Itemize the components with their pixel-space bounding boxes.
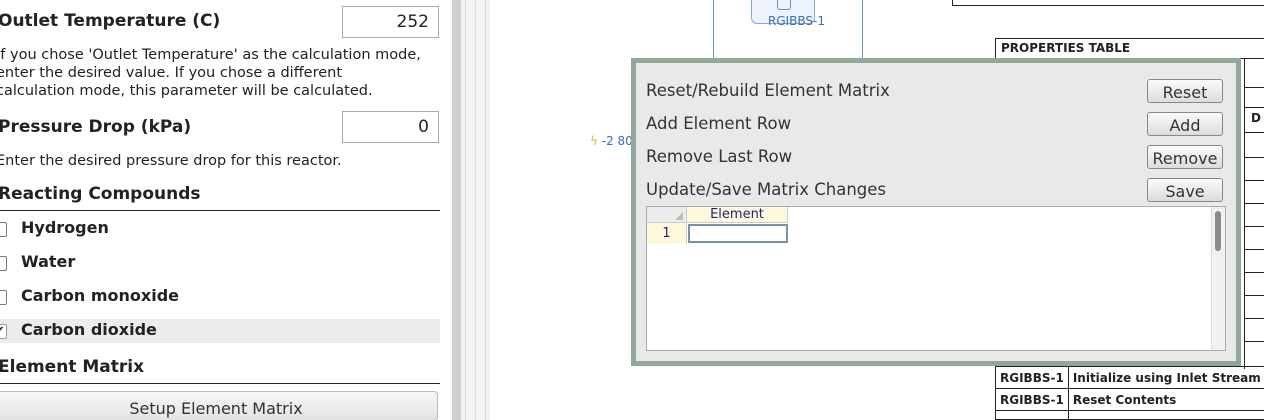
add-button[interactable]: Add bbox=[1147, 112, 1223, 136]
compound-row-water[interactable]: Water bbox=[0, 251, 440, 275]
table-row-line bbox=[1245, 272, 1264, 273]
element-matrix-dialog: Reset/Rebuild Element Matrix Reset Add E… bbox=[631, 58, 1241, 366]
corner-triangle-icon bbox=[675, 212, 683, 220]
gutter-line bbox=[475, 0, 476, 420]
description-line: enter the desired value. If you chose a … bbox=[0, 65, 343, 81]
checkbox[interactable] bbox=[0, 222, 7, 237]
update-save-matrix-label: Update/Save Matrix Changes bbox=[646, 180, 887, 199]
properties-panel: Outlet Temperature (C) 252 If you chose … bbox=[0, 0, 452, 420]
compound-row-carbon-monoxide[interactable]: Carbon monoxide bbox=[0, 285, 440, 309]
table-cell-block: RGIBBS-1 bbox=[995, 388, 1069, 411]
table-row-line bbox=[1245, 180, 1264, 181]
table-cell-action[interactable]: Reset Contents bbox=[1067, 388, 1264, 411]
outlet-temperature-input[interactable]: 252 bbox=[342, 6, 439, 38]
table-row-line bbox=[1245, 295, 1264, 296]
scrollbar-thumb[interactable] bbox=[1215, 211, 1221, 251]
description-line: If you chose 'Outlet Temperature' as the… bbox=[0, 47, 421, 63]
lightning-icon: ϟ bbox=[590, 134, 598, 148]
table-cell-block bbox=[995, 410, 1069, 420]
table-cell-action bbox=[1067, 410, 1264, 420]
compound-label: Carbon dioxide bbox=[21, 320, 157, 339]
section-divider bbox=[0, 210, 440, 211]
table-row-line bbox=[1245, 107, 1264, 108]
energy-stream-label[interactable]: ϟ -2 80 bbox=[590, 134, 633, 148]
checkbox[interactable] bbox=[0, 290, 7, 305]
add-element-row-label: Add Element Row bbox=[646, 114, 792, 133]
compound-row-hydrogen[interactable]: Hydrogen bbox=[0, 217, 440, 241]
checkbox[interactable] bbox=[0, 256, 7, 271]
save-button[interactable]: Save bbox=[1147, 178, 1223, 202]
gutter-line bbox=[465, 0, 466, 420]
element-matrix-heading: Element Matrix bbox=[0, 357, 145, 377]
remove-button[interactable]: Remove bbox=[1147, 145, 1223, 169]
checkbox-checked[interactable]: ✔ bbox=[0, 324, 7, 339]
reset-button[interactable]: Reset bbox=[1147, 79, 1223, 103]
section-divider bbox=[0, 383, 440, 384]
outlet-temperature-label: Outlet Temperature (C) bbox=[0, 11, 221, 31]
table-cell-text: D bbox=[1251, 111, 1261, 125]
table-row-line bbox=[1245, 249, 1264, 250]
remove-last-row-label: Remove Last Row bbox=[646, 147, 793, 166]
canvas-gutter bbox=[461, 0, 490, 420]
table-row: RGIBBS-1 Reset Contents bbox=[995, 388, 1264, 411]
table-row-line bbox=[1245, 157, 1264, 158]
reactor-block-label[interactable]: RGIBBS-1 bbox=[768, 14, 825, 28]
energy-stream-value: -2 80 bbox=[601, 134, 633, 148]
grid-corner[interactable] bbox=[647, 207, 687, 223]
compound-label: Water bbox=[21, 252, 76, 271]
table-row bbox=[995, 410, 1264, 420]
table-cell-action[interactable]: Initialize using Inlet Stream bbox=[1067, 366, 1264, 389]
pressure-drop-input[interactable]: 0 bbox=[342, 111, 439, 143]
grid-cell-selected[interactable] bbox=[688, 224, 788, 243]
setup-element-matrix-button[interactable]: Setup Element Matrix bbox=[0, 391, 438, 420]
column-header-element[interactable]: Element bbox=[687, 207, 788, 223]
table-row: RGIBBS-1 Initialize using Inlet Stream bbox=[995, 366, 1264, 389]
row-header[interactable]: 1 bbox=[647, 223, 687, 244]
table-row-line bbox=[1245, 318, 1264, 319]
properties-table-title: PROPERTIES TABLE bbox=[995, 38, 1264, 59]
panel-splitter[interactable] bbox=[452, 0, 461, 420]
actions-table: RGIBBS-1 Initialize using Inlet Stream R… bbox=[995, 366, 1264, 420]
element-matrix-grid[interactable]: Element 1 bbox=[646, 206, 1226, 351]
vessel-icon bbox=[777, 0, 791, 10]
table-row-line bbox=[1245, 341, 1264, 342]
pressure-drop-description: Enter the desired pressure drop for this… bbox=[0, 153, 342, 169]
reacting-compounds-heading: Reacting Compounds bbox=[0, 184, 201, 204]
table-row-line bbox=[1245, 203, 1264, 204]
grid-scrollbar[interactable] bbox=[1211, 207, 1225, 350]
pressure-drop-label: Pressure Drop (kPa) bbox=[0, 117, 192, 137]
gutter-line bbox=[485, 0, 486, 420]
properties-table-edge: D bbox=[1244, 59, 1264, 369]
table-row-line bbox=[1245, 132, 1264, 133]
table-row-line bbox=[1245, 87, 1264, 88]
reset-matrix-label: Reset/Rebuild Element Matrix bbox=[646, 81, 890, 100]
compound-label: Carbon monoxide bbox=[21, 286, 179, 305]
description-line: calculation mode, this parameter will be… bbox=[0, 83, 373, 99]
data-table-partial-row bbox=[952, 0, 1264, 6]
table-row-line bbox=[1245, 226, 1264, 227]
outlet-temperature-description: If you chose 'Outlet Temperature' as the… bbox=[0, 46, 421, 100]
table-cell-block: RGIBBS-1 bbox=[995, 366, 1069, 389]
compound-row-carbon-dioxide[interactable]: ✔ Carbon dioxide bbox=[0, 319, 440, 343]
compound-label: Hydrogen bbox=[21, 218, 109, 237]
